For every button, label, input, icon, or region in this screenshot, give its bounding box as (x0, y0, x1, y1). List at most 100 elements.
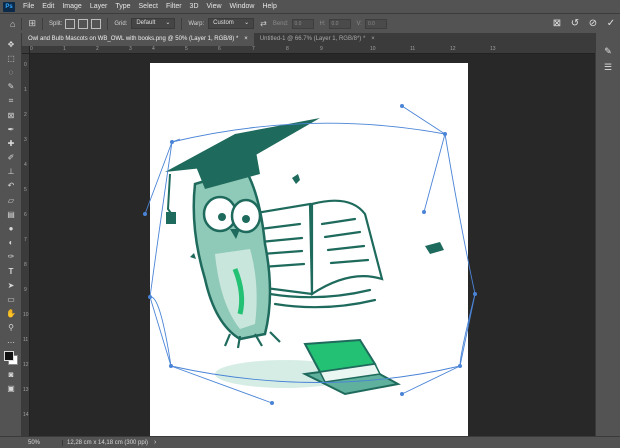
warp-control-point[interactable] (400, 392, 404, 396)
ruler-tick-label: 2 (96, 46, 99, 52)
more-tools-icon[interactable]: ⋯ (0, 335, 22, 349)
ruler-tick-label: 14 (23, 412, 29, 418)
ruler-tick-label: 3 (129, 46, 132, 52)
frame-icon[interactable]: ⊠ (0, 108, 22, 122)
split-label: Split: (48, 20, 63, 27)
split-vertical-icon[interactable] (78, 18, 89, 29)
ruler-tick-label: 6 (218, 46, 221, 52)
ruler-tick-label: 11 (410, 46, 416, 52)
warp-control-point[interactable] (143, 212, 147, 216)
zoom-icon[interactable]: ⚲ (0, 321, 22, 335)
warp-control-point[interactable] (422, 210, 426, 214)
adjustments-sliders-icon[interactable]: ☰ (596, 59, 620, 75)
menu-3d[interactable]: 3D (186, 3, 203, 10)
split-horizontal-icon[interactable] (91, 18, 102, 29)
v-distortion-input[interactable]: 0.0 (364, 18, 387, 29)
tab-untitled-document[interactable]: Untitled-1 @ 66.7% (Layer 1, RGB/8*) * × (254, 33, 381, 46)
split-crosswise-icon[interactable] (65, 18, 76, 29)
warp-handle-anchor[interactable] (170, 140, 174, 144)
home-icon[interactable]: ⌂ (10, 19, 15, 29)
warp-handle-anchor[interactable] (169, 364, 173, 368)
ruler-origin[interactable] (22, 46, 30, 54)
lasso-icon[interactable]: ◌ (0, 65, 22, 79)
ruler-tick-label: 13 (490, 46, 496, 52)
canvas-workspace[interactable] (30, 54, 595, 436)
menu-file[interactable]: File (19, 3, 38, 10)
menu-help[interactable]: Help (258, 3, 280, 10)
hand-icon[interactable]: ✋ (0, 307, 22, 321)
move-icon[interactable]: ✥ (0, 37, 22, 51)
eyedropper-icon[interactable]: ✒ (0, 122, 22, 136)
document-canvas[interactable] (30, 54, 595, 436)
ruler-tick-label: 8 (286, 46, 289, 52)
divider (107, 17, 109, 30)
menu-filter[interactable]: Filter (162, 3, 186, 10)
eraser-icon[interactable]: ▱ (0, 193, 22, 207)
close-icon[interactable]: × (371, 33, 375, 46)
history-brush-icon[interactable]: ↶ (0, 179, 22, 193)
warp-handle-anchor[interactable] (148, 295, 152, 299)
tools-panel: ✥ ⬚ ◌ ✎ ⌗ ⊠ ✒ ✚ ✐ ⊥ ↶ ▱ ▤ ● ◐ ✑ T ➤ ▭ ✋ … (0, 33, 22, 436)
vertical-ruler[interactable]: 0 1 2 3 4 5 6 7 8 9 10 11 12 13 14 (22, 54, 30, 436)
commit-controls: ⊠ ↺ ⊘ ✓ (548, 14, 620, 33)
h-distortion-input[interactable]: 0.0 (328, 18, 351, 29)
gradient-icon[interactable]: ▤ (0, 207, 22, 221)
blur-icon[interactable]: ● (0, 221, 22, 235)
quick-mask-icon[interactable]: ◙ (0, 367, 22, 381)
type-icon[interactable]: T (0, 264, 22, 278)
ruler-tick-label: 0 (24, 62, 27, 68)
tab-label: Owl and Bulb Mascots on WB_OWL with book… (28, 36, 239, 42)
status-expand-icon[interactable]: › (154, 439, 156, 446)
bend-input[interactable]: 0.0 (291, 18, 314, 29)
screen-mode-icon[interactable]: ▣ (0, 381, 22, 395)
ruler-tick-label: 4 (24, 162, 27, 168)
path-select-icon[interactable]: ➤ (0, 278, 22, 292)
zoom-level[interactable]: 50% (0, 440, 58, 446)
menu-type[interactable]: Type (111, 3, 134, 10)
marquee-icon[interactable]: ⬚ (0, 51, 22, 65)
brush-settings-icon[interactable]: ✎ (596, 43, 620, 59)
reset-icon[interactable]: ↺ (566, 18, 584, 29)
shape-icon[interactable]: ▭ (0, 292, 22, 306)
warp-handle-anchor[interactable] (458, 364, 462, 368)
bend-label: Bend: (272, 20, 289, 27)
horizontal-ruler[interactable]: 0 1 2 3 4 5 6 7 8 9 10 11 12 13 (30, 46, 595, 54)
puppet-warp-icon[interactable]: ⊠ (548, 18, 566, 29)
healing-icon[interactable]: ✚ (0, 136, 22, 150)
dodge-icon[interactable]: ◐ (0, 236, 22, 250)
document-size-info: 12,28 cm x 14,18 cm (300 ppi) (62, 439, 148, 446)
ruler-tick-label: 0 (30, 46, 33, 52)
menu-image[interactable]: Image (58, 3, 85, 10)
menu-view[interactable]: View (203, 3, 226, 10)
tab-owl-document[interactable]: Owl and Bulb Mascots on WB_OWL with book… (22, 33, 254, 46)
ruler-tick-label: 4 (152, 46, 155, 52)
menu-edit[interactable]: Edit (38, 3, 58, 10)
menu-select[interactable]: Select (135, 3, 162, 10)
divider (21, 17, 23, 30)
grid-select[interactable]: Default ⌄ (131, 18, 176, 29)
ruler-tick-label: 5 (24, 187, 27, 193)
stamp-icon[interactable]: ⊥ (0, 165, 22, 179)
foreground-color-swatch[interactable] (4, 351, 14, 362)
warp-handle-anchor[interactable] (473, 292, 477, 296)
pen-icon[interactable]: ✑ (0, 250, 22, 264)
panel-dock: ✎ ☰ (595, 33, 620, 436)
color-swatches[interactable] (0, 349, 22, 367)
crop-icon[interactable]: ⌗ (0, 94, 22, 108)
close-icon[interactable]: × (244, 33, 248, 46)
menu-window[interactable]: Window (226, 3, 259, 10)
brush-icon[interactable]: ✐ (0, 151, 22, 165)
ruler-tick-label: 3 (24, 137, 27, 143)
warp-control-point[interactable] (270, 401, 274, 405)
warp-tool-icon[interactable]: ⊞ (28, 18, 36, 29)
cancel-icon[interactable]: ⊘ (584, 18, 602, 29)
warp-orientation-icon[interactable]: ⇄ (260, 19, 267, 28)
quick-select-icon[interactable]: ✎ (0, 80, 22, 94)
warp-select[interactable]: Custom ⌄ (208, 18, 255, 29)
menu-layer[interactable]: Layer (86, 3, 112, 10)
commit-check-icon[interactable]: ✓ (602, 18, 620, 29)
divider (181, 17, 183, 30)
ruler-tick-label: 7 (252, 46, 255, 52)
warp-handle-anchor[interactable] (443, 132, 447, 136)
warp-control-point[interactable] (400, 104, 404, 108)
